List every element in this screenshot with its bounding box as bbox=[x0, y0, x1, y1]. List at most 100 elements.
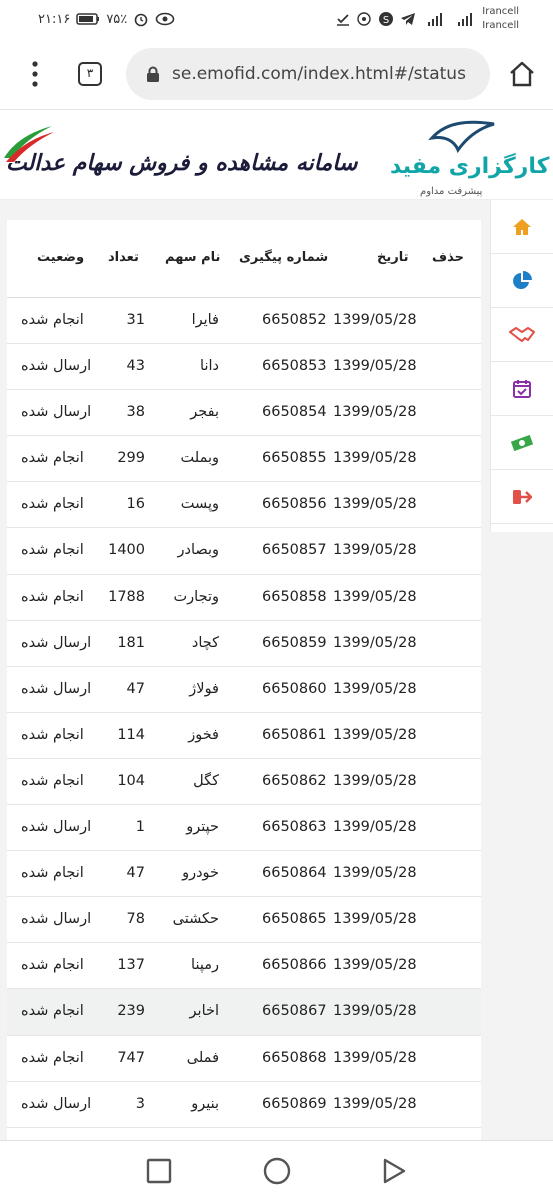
cell-count: 43 bbox=[126, 358, 145, 375]
more-menu-icon[interactable] bbox=[27, 60, 43, 88]
cell-count: 114 bbox=[117, 726, 145, 743]
cell-tracking: 6650861 bbox=[262, 726, 327, 743]
cell-count: 1788 bbox=[108, 588, 145, 605]
cell-name: حکشتی bbox=[172, 911, 219, 928]
carrier-top: Irancell bbox=[482, 6, 519, 17]
cell-tracking: 6650866 bbox=[262, 957, 327, 974]
table-row: 1399/05/28 6650859 کچاد 181 ارسال شده bbox=[7, 620, 481, 667]
header-tracking: شماره پیگیری bbox=[239, 250, 329, 265]
cell-date: 1399/05/28 bbox=[333, 450, 417, 467]
cell-tracking: 6650860 bbox=[262, 680, 327, 697]
cell-tracking: 6650863 bbox=[262, 819, 327, 836]
table-row: 1399/05/28 6650861 فخوز 114 انجام شده bbox=[7, 712, 481, 759]
cell-status: انجام شده bbox=[21, 957, 84, 974]
cell-date: 1399/05/28 bbox=[333, 819, 417, 836]
cell-count: 137 bbox=[117, 957, 145, 974]
cell-status: انجام شده bbox=[21, 865, 84, 882]
side-nav-calendar[interactable] bbox=[491, 362, 553, 416]
cell-count: 47 bbox=[126, 865, 145, 882]
cell-name: اخابر bbox=[189, 1003, 219, 1020]
tab-switcher-button[interactable]: ۳ bbox=[78, 62, 102, 86]
carrier-info: Irancell Irancell bbox=[482, 5, 519, 33]
table-row: 1399/05/28 6650854 بفجر 38 ارسال شده bbox=[7, 390, 481, 437]
eye-comfort-icon bbox=[155, 12, 175, 26]
cell-date: 1399/05/28 bbox=[333, 726, 417, 743]
cell-count: 104 bbox=[117, 772, 145, 789]
signal-icon bbox=[428, 13, 443, 26]
home-nav-button[interactable] bbox=[263, 1157, 291, 1185]
cell-count: 181 bbox=[117, 634, 145, 651]
cell-status: انجام شده bbox=[21, 772, 84, 789]
table-row: 1399/05/286650870جم41انجام شده bbox=[7, 1127, 481, 1140]
cell-tracking: 6650856 bbox=[262, 496, 327, 513]
cell-status: انجام شده bbox=[21, 496, 84, 513]
cell-status: انجام شده bbox=[21, 726, 84, 743]
cell-tracking: 6650854 bbox=[262, 404, 327, 421]
s-app-icon: S bbox=[379, 12, 394, 26]
cell-status: ارسال شده bbox=[21, 404, 92, 421]
header-count: تعداد bbox=[108, 250, 139, 265]
back-button[interactable] bbox=[381, 1158, 407, 1184]
brand-logo-icon bbox=[428, 120, 495, 154]
cell-tracking: 6650853 bbox=[262, 358, 327, 375]
battery-percent: ۷۵٪ bbox=[106, 11, 128, 27]
system-nav-bar bbox=[0, 1140, 553, 1200]
cell-name: حپترو bbox=[186, 819, 219, 836]
cell-name: فایرا bbox=[191, 312, 219, 328]
cell-date: 1399/05/28 bbox=[333, 634, 417, 651]
cell-date: 1399/05/28 bbox=[333, 957, 417, 974]
signal-icon-2 bbox=[458, 13, 473, 26]
cell-status: انجام شده bbox=[21, 450, 84, 467]
table-row: 1399/05/28 6650862 کگل 104 انجام شده bbox=[7, 758, 481, 806]
status-left: ۲۱:۱۶ ۷۵٪ bbox=[38, 11, 175, 27]
table-row: 1399/05/28 6650857 وبصادر 1400 انجام شده bbox=[7, 528, 481, 575]
table-row: 1399/05/28 6650852 فایرا 31 انجام شده bbox=[7, 298, 481, 345]
hotspot-icon bbox=[357, 12, 371, 26]
cell-name: وبملت bbox=[180, 450, 219, 467]
alarm-icon bbox=[134, 13, 148, 27]
side-nav-handshake[interactable] bbox=[491, 308, 553, 362]
cell-count: 38 bbox=[126, 404, 145, 421]
cell-count: 299 bbox=[117, 450, 145, 467]
brand-subtitle: پیشرفت مداوم bbox=[420, 186, 483, 197]
cell-date: 1399/05/28 bbox=[333, 772, 417, 789]
home-icon[interactable] bbox=[508, 60, 536, 88]
main-content: حذف تاریخ شماره پیگیری نام سهم تعداد وضع… bbox=[0, 200, 553, 1140]
table-row: 1399/05/28 6650868 فملی 747 انجام شده bbox=[7, 1035, 481, 1082]
cell-status: ارسال شده bbox=[21, 634, 92, 651]
cell-name: فخوز bbox=[188, 726, 219, 743]
cell-name: وپست bbox=[180, 496, 219, 513]
table-row: 1399/05/28 6650867 اخابر 239 انجام شده bbox=[7, 989, 481, 1036]
cell-name: بنیرو bbox=[191, 1095, 219, 1112]
cell-status: ارسال شده bbox=[21, 819, 92, 836]
table-header: حذف تاریخ شماره پیگیری نام سهم تعداد وضع… bbox=[7, 220, 481, 298]
cell-status: ارسال شده bbox=[21, 358, 92, 375]
cell-tracking: 6650855 bbox=[262, 450, 327, 467]
cell-count: 239 bbox=[117, 1003, 145, 1020]
cell-tracking: 6650867 bbox=[262, 1003, 327, 1020]
url-text: se.emofid.com/index.html#/status bbox=[172, 64, 466, 84]
address-bar[interactable]: se.emofid.com/index.html#/status bbox=[126, 48, 490, 100]
side-nav-chart[interactable] bbox=[491, 254, 553, 308]
cell-date: 1399/05/28 bbox=[333, 865, 417, 882]
side-nav-signout[interactable] bbox=[491, 470, 553, 524]
cell-tracking: 6650862 bbox=[262, 772, 327, 789]
table-row: 1399/05/28 6650855 وبملت 299 انجام شده bbox=[7, 436, 481, 483]
cell-date: 1399/05/28 bbox=[333, 404, 417, 421]
table-row: 1399/05/28 6650865 حکشتی 78 ارسال شده bbox=[7, 897, 481, 944]
download-done-icon bbox=[337, 14, 350, 26]
table-row: 1399/05/28 6650856 وپست 16 انجام شده bbox=[7, 482, 481, 529]
cell-name: فولاژ bbox=[189, 680, 219, 697]
side-nav-home[interactable] bbox=[491, 200, 553, 254]
cell-count: 1400 bbox=[108, 542, 145, 559]
side-nav-money[interactable] bbox=[491, 416, 553, 470]
cell-tracking: 6650857 bbox=[262, 542, 327, 559]
cell-date: 1399/05/28 bbox=[333, 1095, 417, 1112]
cell-status: انجام شده bbox=[21, 1049, 84, 1066]
cell-tracking: 6650864 bbox=[262, 865, 327, 882]
recents-button[interactable] bbox=[146, 1158, 172, 1184]
battery-icon bbox=[76, 13, 100, 25]
cell-tracking: 6650858 bbox=[262, 588, 327, 605]
lock-icon bbox=[147, 66, 159, 82]
cell-count: 1 bbox=[135, 819, 145, 836]
